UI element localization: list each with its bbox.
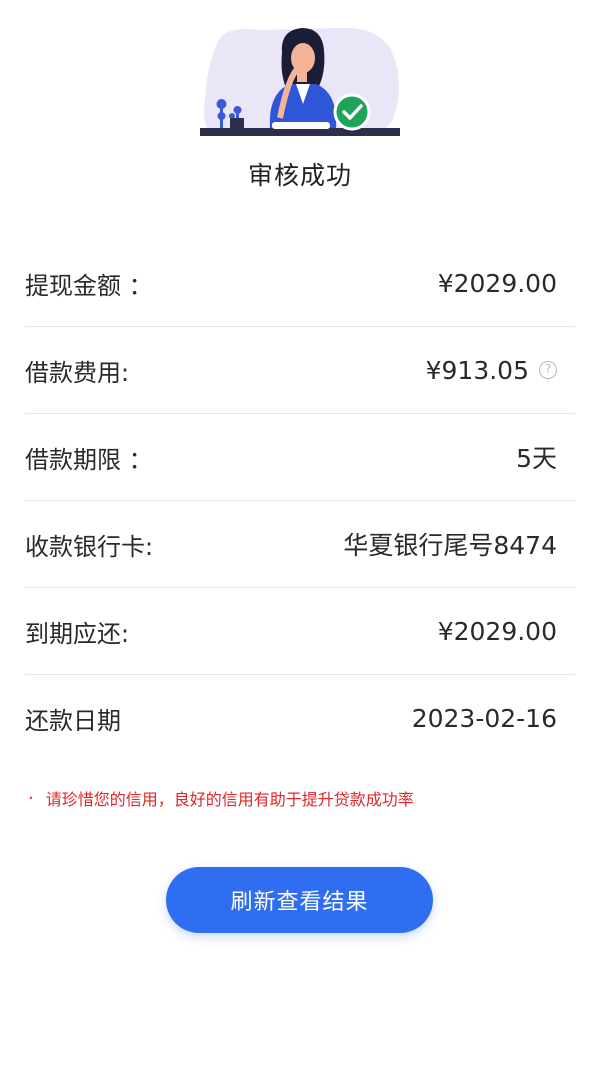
detail-label: 收款银行卡: [25,532,154,561]
detail-value: ¥913.05 ? [426,356,575,385]
detail-label: 提现金额 ： [25,271,153,300]
refresh-result-button[interactable]: 刷新查看结果 [166,867,433,933]
review-result-page: 审核成功 提现金额 ： ¥2029.00 借款费用: ¥913.05 ? 借款期… [0,0,600,1067]
credit-notice: · 请珍惜您的信用，良好的信用有助于提升贷款成功率 [28,786,414,810]
notice-text: 请珍惜您的信用，良好的信用有助于提升贷款成功率 [45,790,414,809]
detail-label: 借款期限 ： [25,445,153,474]
success-check-icon [333,93,371,131]
loan-details-list: 提现金额 ： ¥2029.00 借款费用: ¥913.05 ? 借款期限 ： 5… [25,240,575,762]
detail-value: ¥2029.00 [437,268,557,298]
detail-label: 还款日期 [25,707,121,735]
detail-label: 借款费用: [25,358,130,387]
detail-value: 5天 [516,444,557,473]
detail-row-repayment-date: 还款日期 2023-02-16 [25,675,575,762]
detail-row-loan-term: 借款期限 ： 5天 [25,414,575,501]
notice-bullet: · [28,787,34,809]
detail-row-bank-card: 收款银行卡: 华夏银行尾号8474 [25,501,575,588]
status-title: 审核成功 [247,161,352,190]
detail-value: 华夏银行尾号8474 [343,531,557,560]
detail-row-due-amount: 到期应还: ¥2029.00 [25,588,575,675]
detail-row-withdraw-amount: 提现金额 ： ¥2029.00 [25,240,575,327]
help-icon[interactable]: ? [539,361,557,379]
detail-label: 到期应还: [25,619,130,648]
detail-value: 2023-02-16 [411,704,557,733]
detail-row-loan-fee: 借款费用: ¥913.05 ? [25,327,575,414]
success-illustration [200,27,400,136]
detail-value: ¥2029.00 [437,616,557,646]
